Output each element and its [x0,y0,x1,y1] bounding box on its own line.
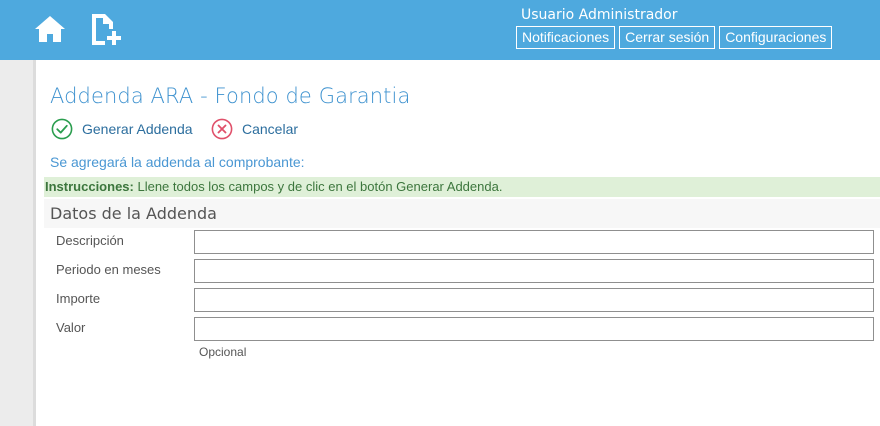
descripcion-label: Descripción [56,233,124,248]
instructions-banner: Instrucciones: Llene todos los campos y … [44,177,880,197]
left-rail [0,60,36,426]
page-title: Addenda ARA - Fondo de Garantia [50,84,411,108]
main-content: Addenda ARA - Fondo de Garantia Generar … [39,60,880,426]
periodo-input[interactable] [194,259,874,283]
valor-label: Valor [56,320,86,335]
new-document-icon [92,14,121,45]
settings-link[interactable]: Configuraciones [719,26,833,49]
valor-input[interactable] [194,317,874,341]
top-bar: Usuario Administrador Notificaciones Cer… [0,0,880,60]
valor-hint: Opcional [199,345,247,359]
cancel-label: Cancelar [242,121,299,137]
new-document-button[interactable] [88,12,124,48]
descripcion-input[interactable] [194,230,874,254]
section-title: Datos de la Addenda [44,199,880,228]
home-button[interactable] [32,12,68,48]
check-circle-icon [51,118,73,140]
close-circle-icon [211,118,233,140]
instructions-text: Llene todos los campos y de clic en el b… [133,179,503,194]
subtitle: Se agregará la addenda al comprobante: [50,154,305,170]
home-icon [35,16,65,42]
top-links: Notificaciones Cerrar sesión Configuraci… [516,26,833,49]
generate-addenda-label: Generar Addenda [82,121,193,137]
notifications-link[interactable]: Notificaciones [516,26,616,49]
username-label: Usuario Administrador [521,7,678,23]
cancel-button[interactable]: Cancelar [211,118,298,140]
generate-addenda-button[interactable]: Generar Addenda [51,118,193,140]
instructions-label: Instrucciones: [45,179,134,194]
periodo-label: Periodo en meses [56,262,161,277]
logout-link[interactable]: Cerrar sesión [619,26,716,49]
importe-input[interactable] [194,288,874,312]
importe-label: Importe [56,291,101,306]
